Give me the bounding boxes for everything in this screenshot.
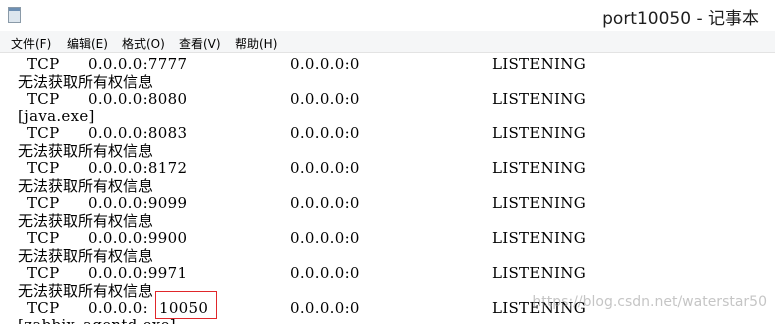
menu-view[interactable]: 查看(V) [179,35,221,52]
menu-bar: 文件(F) 编辑(E) 格式(O) 查看(V) 帮助(H) [0,31,775,53]
local-address-prefix: 0.0.0.0: [88,299,148,317]
ownership-note: 无法获取所有权信息 [0,71,775,91]
menu-help[interactable]: 帮助(H) [235,35,277,52]
netstat-row: TCP 0.0.0.0:8172 0.0.0.0:0 LISTENING [0,159,775,177]
note-text: 无法获取所有权信息 [18,212,154,230]
note-text: 无法获取所有权信息 [18,247,154,265]
foreign-address: 0.0.0.0:0 [290,90,360,108]
netstat-row: TCP 0.0.0.0:9971 0.0.0.0:0 LISTENING [0,264,775,282]
notepad-window: port10050 - 记事本 文件(F) 编辑(E) 格式(O) 查看(V) … [0,0,775,324]
netstat-row: TCP 0.0.0.0:8083 0.0.0.0:0 LISTENING [0,124,775,142]
foreign-address: 0.0.0.0:0 [290,299,360,317]
connection-state: LISTENING [492,90,586,108]
local-address: 0.0.0.0:8080 [88,90,188,108]
port-highlight-box [155,291,217,319]
notepad-icon[interactable] [8,7,21,23]
note-text: 无法获取所有权信息 [18,282,154,300]
note-text: 无法获取所有权信息 [18,142,154,160]
netstat-row: TCP 0.0.0.0:9900 0.0.0.0:0 LISTENING [0,229,775,247]
ownership-note: 无法获取所有权信息 [0,140,775,160]
ownership-note: 无法获取所有权信息 [0,245,775,265]
menu-file[interactable]: 文件(F) [11,35,51,52]
text-editor-area[interactable]: TCP 0.0.0.0:7777 0.0.0.0:0 LISTENING 无法获… [0,53,775,324]
note-text: 无法获取所有权信息 [18,177,154,195]
netstat-row: TCP 0.0.0.0:7777 0.0.0.0:0 LISTENING [0,55,775,73]
protocol: TCP [27,299,60,317]
process-note: [java.exe] [0,107,775,125]
watermark-text: https://blog.csdn.net/waterstar50 [532,294,767,310]
ownership-note: 无法获取所有权信息 [0,210,775,230]
ownership-note: 无法获取所有权信息 [0,175,775,195]
window-title: port10050 - 记事本 [602,9,759,29]
menu-edit[interactable]: 编辑(E) [67,35,108,52]
title-bar[interactable]: port10050 - 记事本 [0,0,775,31]
protocol: TCP [27,90,60,108]
netstat-row: TCP 0.0.0.0:9099 0.0.0.0:0 LISTENING [0,194,775,212]
process-note: [zabbix_agentd.exe] [0,316,775,324]
note-text: 无法获取所有权信息 [18,73,154,91]
note-text: [zabbix_agentd.exe] [18,316,176,324]
menu-format[interactable]: 格式(O) [122,35,165,52]
note-text: [java.exe] [18,107,95,125]
netstat-row: TCP 0.0.0.0:8080 0.0.0.0:0 LISTENING [0,90,775,108]
